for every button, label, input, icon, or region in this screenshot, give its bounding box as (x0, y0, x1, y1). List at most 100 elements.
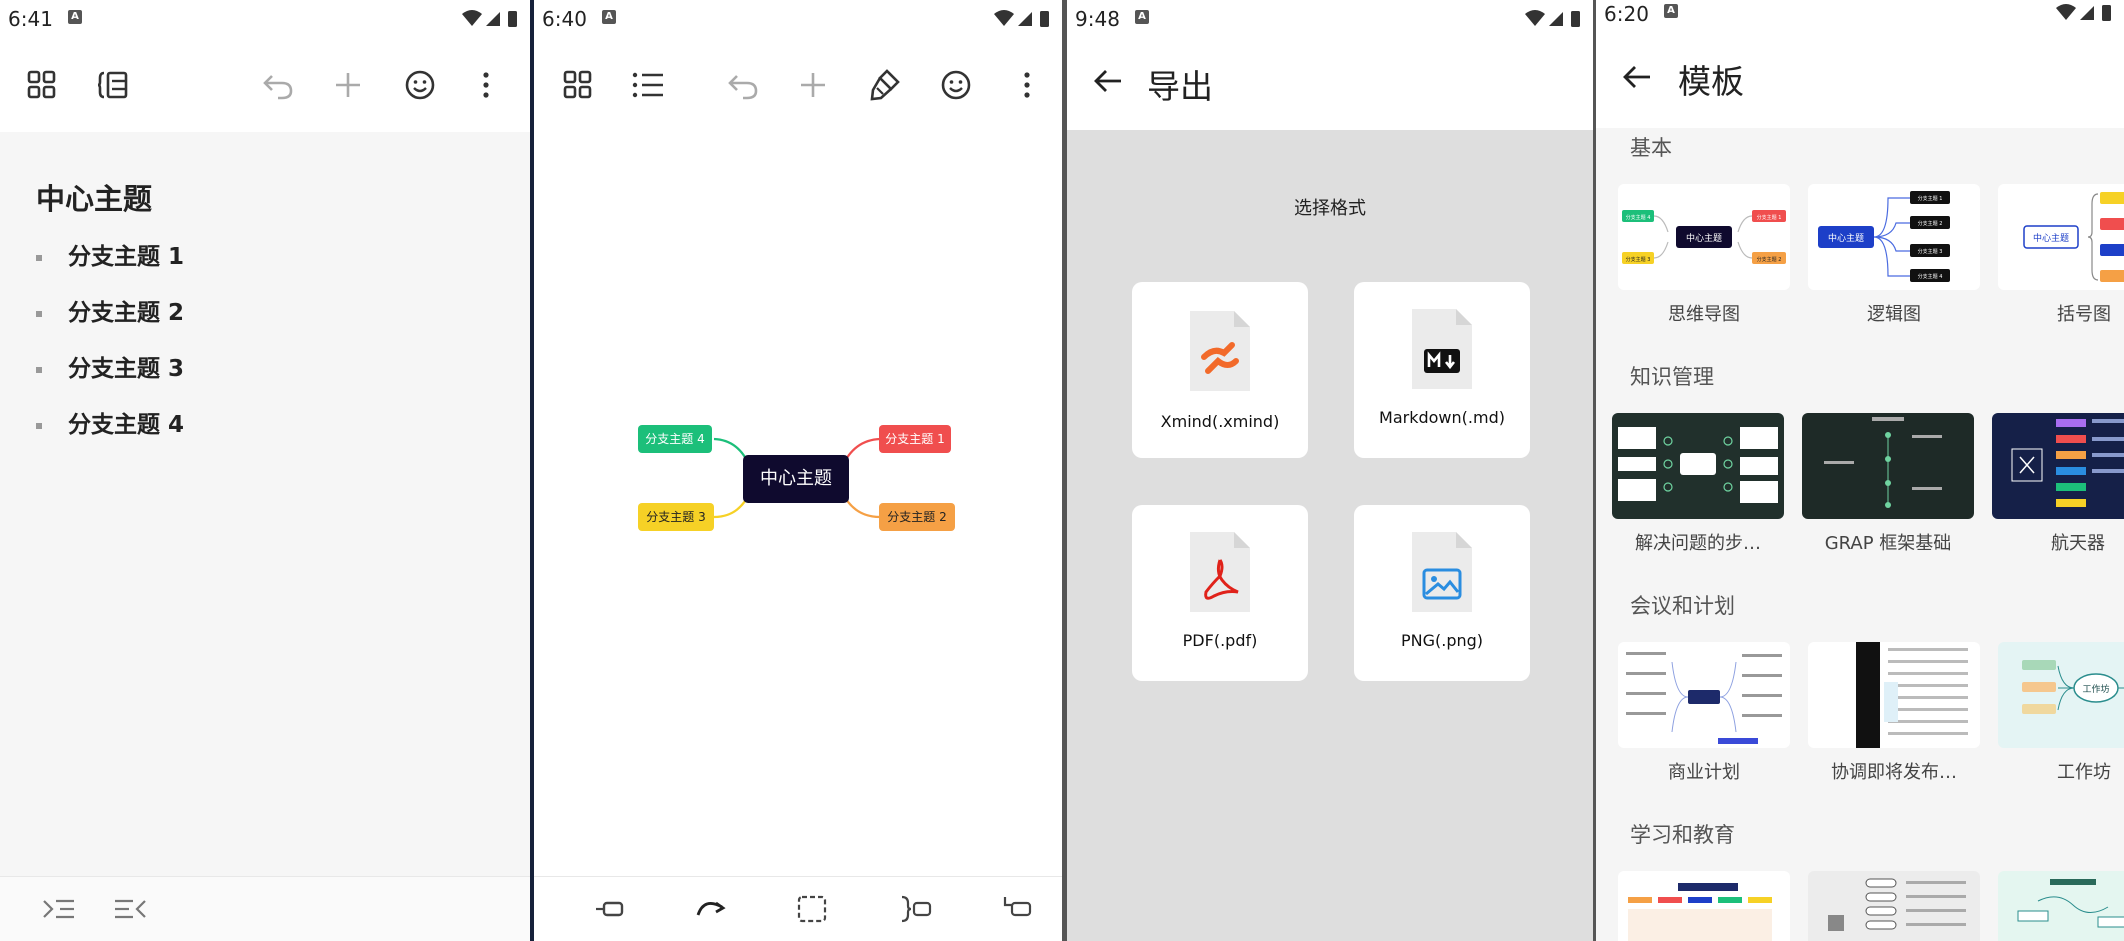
status-bar: 9:48 A (1067, 0, 1593, 40)
outline-item-label: 分支主题 4 (68, 412, 185, 438)
status-time: 9:48 (1075, 7, 1120, 31)
templates-app-bar (1596, 32, 2124, 128)
export-pdf-card[interactable]: PDF(.pdf) (1132, 505, 1308, 681)
template-thumb-grap[interactable] (1802, 413, 1974, 519)
undo-icon[interactable] (262, 70, 294, 100)
template-thumb-education-2[interactable] (1808, 871, 1980, 941)
template-thumb-logic[interactable]: 中心主题 分支主题 1 分支主题 2 分支主题 3 分支主题 4 (1808, 184, 1980, 290)
svg-text:分支主题 3: 分支主题 3 (1626, 256, 1651, 263)
problem-solving-preview (1618, 427, 1778, 503)
svg-text:分支主题 1: 分支主题 1 (1757, 214, 1782, 221)
grid-view-icon[interactable] (27, 70, 57, 100)
bullet (36, 254, 42, 261)
template-thumb-release-coordination[interactable] (1808, 642, 1980, 748)
branch-node-4[interactable]: 分支主题 4 (638, 425, 712, 453)
notification-icon: A (1135, 10, 1149, 24)
bullet (36, 310, 42, 317)
section-heading: 学习和教育 (1630, 823, 1735, 847)
xmind-file-icon (1190, 311, 1250, 391)
template-thumb-workshop[interactable]: 工作坊 (1998, 642, 2124, 748)
template-thumb-brace[interactable]: 中心主题 (1998, 184, 2124, 290)
emoji-icon[interactable] (404, 69, 436, 101)
outline-item[interactable]: 分支主题 1 (36, 237, 184, 271)
central-topic-node[interactable]: 中心主题 (743, 455, 849, 503)
svg-text:中心主题: 中心主题 (1686, 232, 1722, 244)
outline-item-label: 分支主题 3 (68, 356, 185, 382)
mindmap-preview: 中心主题 分支主题 1 分支主题 2 分支主题 3 分支主题 4 (1622, 210, 1786, 264)
workshop-preview: 工作坊 (2022, 660, 2124, 714)
outline-toolbar (0, 40, 530, 132)
template-label: 解决问题的步… (1635, 533, 1761, 554)
add-icon[interactable] (333, 70, 363, 100)
screenshot-collage: 6:41 A 中心主题 分支主题 1 分支主题 2 分支主题 3 分支主题 4 … (0, 0, 2124, 941)
section-heading: 知识管理 (1630, 365, 1714, 389)
education-preview-2 (1828, 878, 1966, 931)
outline-item[interactable]: 分支主题 4 (36, 405, 184, 439)
outline-central-topic[interactable]: 中心主题 (36, 176, 152, 218)
battery-icon (508, 11, 517, 27)
indent-icon[interactable] (42, 897, 76, 921)
svg-text:中心主题: 中心主题 (1828, 232, 1864, 244)
bullet (36, 422, 42, 429)
status-bar: 6:41 A (0, 0, 530, 40)
template-label: 括号图 (2057, 304, 2111, 325)
branch-node-1[interactable]: 分支主题 1 (879, 425, 951, 453)
template-thumb-business-plan[interactable] (1618, 642, 1790, 748)
export-xmind-card[interactable]: Xmind(.xmind) (1132, 282, 1308, 458)
back-arrow-icon[interactable] (1093, 68, 1123, 94)
export-markdown-card[interactable]: Markdown(.md) (1354, 282, 1530, 458)
format-label: Markdown(.md) (1379, 408, 1505, 427)
page-title: 模板 (1678, 62, 1744, 101)
template-label: GRAP 框架基础 (1824, 533, 1952, 554)
outline-item[interactable]: 分支主题 2 (36, 293, 184, 327)
bullet (36, 366, 42, 373)
template-thumb-education-1[interactable] (1618, 871, 1790, 941)
select-format-label: 选择格式 (1294, 198, 1366, 219)
education-preview-1 (1628, 883, 1772, 941)
format-label: PNG(.png) (1400, 631, 1484, 650)
template-label: 思维导图 (1668, 304, 1740, 325)
release-coordination-preview (1856, 642, 1968, 748)
more-options-icon[interactable] (480, 70, 492, 100)
template-label: 协调即将发布… (1831, 762, 1957, 783)
png-file-icon (1412, 532, 1472, 612)
format-label: PDF(.pdf) (1182, 631, 1258, 650)
summary-icon[interactable] (900, 895, 932, 923)
outline-screen: 6:41 A 中心主题 分支主题 1 分支主题 2 分支主题 3 分支主题 4 (0, 0, 530, 941)
svg-text:分支主题 2: 分支主题 2 (1757, 256, 1782, 263)
system-status-icons (462, 10, 517, 27)
template-thumb-problem-solving[interactable] (1612, 413, 1784, 519)
education-preview-3 (2017, 879, 2124, 928)
template-thumb-education-3[interactable] (1998, 871, 2124, 941)
template-thumb-spacecraft[interactable] (1992, 413, 2124, 519)
insert-topic-icon[interactable] (594, 899, 626, 919)
templates-screen: 6:20 A 模板 基本 中心主题 分支主题 1 分支主题 2 分支主题 3 分… (1596, 0, 2124, 941)
mindmap-screen: 6:40 A 中心主题 分支主题 1 分支主题 2 分支主题 3 分支主题 4 (534, 0, 1062, 941)
spacecraft-preview (2011, 419, 2124, 507)
notification-icon: A (68, 10, 82, 24)
export-app-bar (1067, 40, 1593, 130)
template-label: 逻辑图 (1867, 304, 1921, 325)
svg-text:分支主题 4: 分支主题 4 (1626, 214, 1651, 221)
template-label: 工作坊 (2057, 762, 2111, 783)
page-title: 导出 (1147, 67, 1213, 106)
back-arrow-icon[interactable] (1622, 64, 1652, 90)
relationship-icon[interactable] (694, 893, 728, 923)
notification-icon: A (1664, 4, 1678, 18)
branch-node-3[interactable]: 分支主题 3 (638, 503, 714, 531)
mindmap-view-icon[interactable] (98, 70, 128, 100)
boundary-icon[interactable] (797, 895, 827, 923)
branch-node-2[interactable]: 分支主题 2 (879, 503, 955, 531)
markdown-file-icon (1412, 309, 1472, 389)
mindmap-bottom-bar (534, 876, 1062, 941)
svg-text:工作坊: 工作坊 (2082, 683, 2109, 695)
outdent-icon[interactable] (113, 897, 147, 921)
template-label: 商业计划 (1668, 762, 1740, 783)
status-time: 6:20 (1604, 2, 1649, 26)
outline-item[interactable]: 分支主题 3 (36, 349, 184, 383)
export-png-card[interactable]: PNG(.png) (1354, 505, 1530, 681)
outline-item-label: 分支主题 1 (68, 244, 185, 270)
subtopic-icon[interactable] (1002, 895, 1032, 923)
template-thumb-mindmap[interactable]: 中心主题 分支主题 1 分支主题 2 分支主题 3 分支主题 4 (1618, 184, 1790, 290)
business-plan-preview (1626, 652, 1782, 744)
